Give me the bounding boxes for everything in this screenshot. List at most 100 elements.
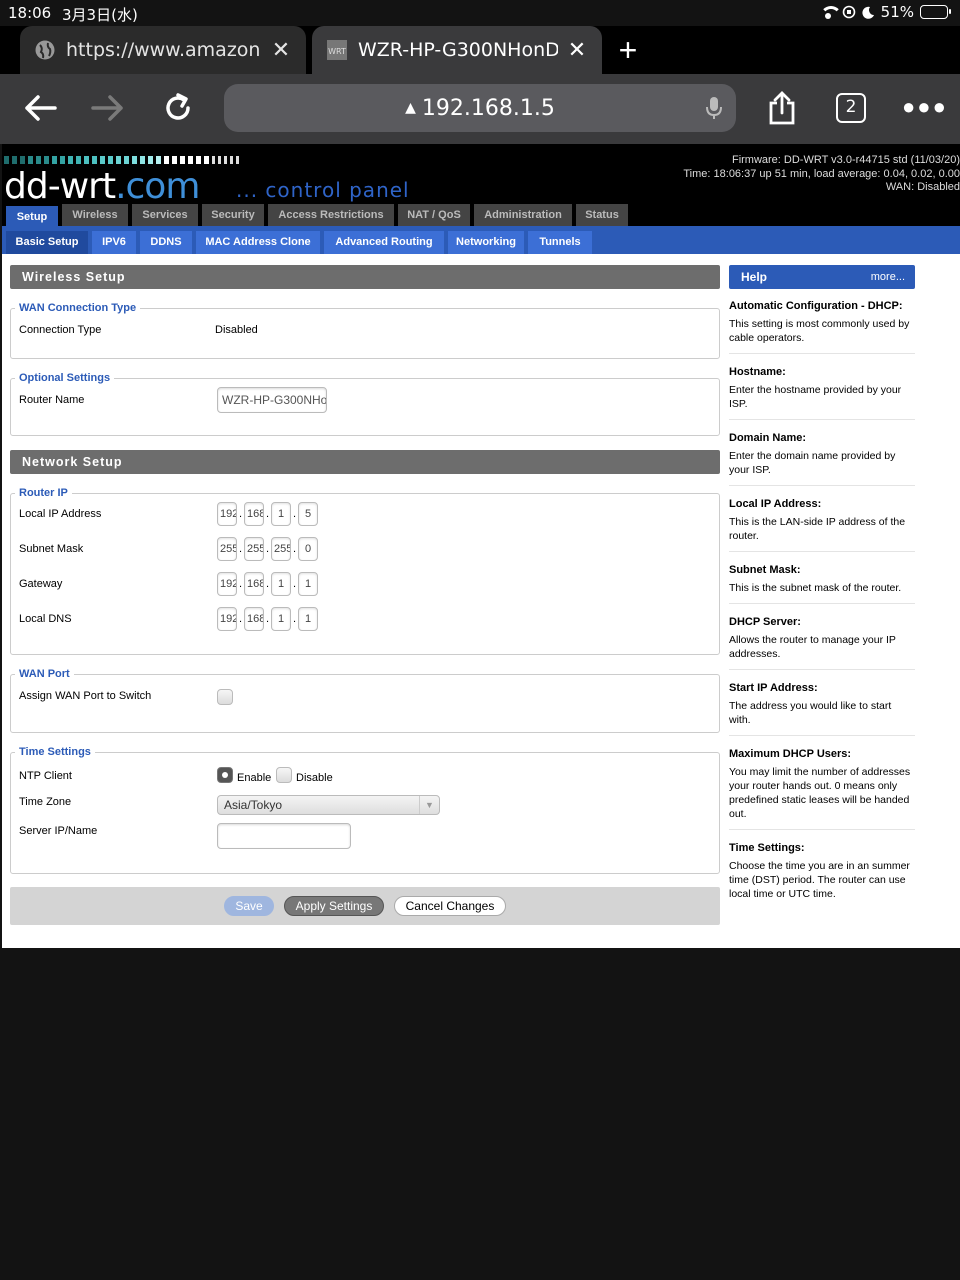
save-button[interactable]: Save (224, 896, 274, 916)
cancel-changes-button[interactable]: Cancel Changes (394, 896, 506, 916)
time-zone-select[interactable]: Asia/Tokyo ▼ (217, 795, 440, 815)
time-zone-label: Time Zone (19, 796, 72, 808)
battery-icon (920, 5, 951, 19)
ddwrt-logo: dd-wrt.com (4, 166, 200, 207)
arrow-right-icon (91, 95, 123, 121)
arrow-left-icon (25, 95, 57, 121)
action-bar: Save Apply Settings Cancel Changes (10, 887, 720, 925)
tab-wireless[interactable]: Wireless (62, 204, 128, 226)
uptime-line: Time: 18:06:37 up 51 min, load average: … (683, 167, 960, 180)
address-bar[interactable]: ▲ 192.168.1.5 (224, 84, 736, 132)
share-button[interactable] (762, 88, 802, 128)
subtab-tunnels[interactable]: Tunnels (528, 231, 592, 254)
ip-octet-input[interactable]: 1 (298, 607, 318, 631)
router-name-label: Router Name (19, 394, 85, 406)
ip-octet-input[interactable]: 255 (271, 537, 291, 561)
microphone-icon[interactable] (706, 96, 722, 120)
ip-octet-input[interactable]: 1 (271, 572, 291, 596)
ip-octet-input[interactable]: 168 (244, 607, 264, 631)
time-settings-fieldset: Time Settings NTP Client Enable Disable … (10, 746, 720, 874)
ip-octet-input[interactable]: 255 (217, 537, 237, 561)
ip-octet-input[interactable]: 255 (244, 537, 264, 561)
optional-settings-fieldset: Optional Settings Router Name WZR-HP-G30… (10, 372, 720, 436)
help-item: Domain Name: Enter the domain name provid… (729, 420, 915, 486)
tab-count-button[interactable]: 2 (836, 93, 866, 123)
reload-button[interactable] (158, 88, 198, 128)
forward-button[interactable] (88, 88, 128, 128)
warning-icon: ▲ (405, 100, 416, 116)
svg-text:WRT: WRT (328, 47, 346, 56)
firmware-line: Firmware: DD-WRT v3.0-r44715 std (11/03/… (731, 154, 960, 166)
gateway-label: Gateway (19, 578, 63, 590)
subtab-basic-setup[interactable]: Basic Setup (6, 231, 88, 254)
tab-nat-qos[interactable]: NAT / QoS (398, 204, 470, 226)
browser-tab-title: WZR-HP-G300NHonDDWRT (358, 39, 558, 61)
router-ip-fieldset: Router IP Local IP Address 192. 168. 1. … (10, 487, 720, 655)
ip-octet-input[interactable]: 168 (244, 502, 264, 526)
ip-octet-input[interactable]: 1 (298, 572, 318, 596)
local-dns-label: Local DNS (19, 613, 72, 625)
assign-wan-checkbox[interactable] (217, 689, 233, 705)
ip-octet-input[interactable]: 192 (217, 572, 237, 596)
time-zone-value: Asia/Tokyo (224, 798, 283, 812)
help-item: Start IP Address: The address you would l… (729, 670, 915, 736)
ip-octet-input[interactable]: 192 (217, 502, 237, 526)
wan-connection-legend: WAN Connection Type (19, 302, 137, 314)
back-button[interactable] (20, 88, 60, 128)
ip-octet-input[interactable]: 1 (271, 502, 291, 526)
connection-type-label: Connection Type (19, 324, 102, 336)
apply-settings-button[interactable]: Apply Settings (284, 896, 384, 916)
ntp-enable-radio[interactable] (217, 767, 233, 783)
help-item: Maximum DHCP Users: You may limit the num… (729, 736, 915, 830)
network-setup-heading: Network Setup (10, 450, 720, 474)
tab-status[interactable]: Status (576, 204, 628, 226)
close-tab-icon[interactable]: ✕ (270, 38, 292, 63)
tab-services[interactable]: Services (132, 204, 198, 226)
status-bar: 18:06 3月3日(水) 51% (0, 0, 960, 26)
ip-octet-input[interactable]: 0 (298, 537, 318, 561)
browser-tab-amazon[interactable]: https://www.amazon.co.jp ✕ (20, 26, 306, 74)
server-ip-label: Server IP/Name (19, 825, 98, 837)
sub-tabs: Basic Setup IPV6 DDNS MAC Address Clone … (2, 226, 960, 254)
subtab-ddns[interactable]: DDNS (140, 231, 192, 254)
help-title: Help (741, 270, 768, 284)
local-ip-label: Local IP Address (19, 508, 102, 520)
help-panel: Help more... Automatic Configuration - D… (729, 265, 915, 909)
wan-connection-fieldset: WAN Connection Type Connection Type Disa… (10, 302, 720, 359)
help-heading: Help more... (729, 265, 915, 289)
ddwrt-page: dd-wrt.com ... control panel Firmware: D… (2, 144, 960, 948)
browser-tab-ddwrt[interactable]: WRT WZR-HP-G300NHonDDWRT ✕ (312, 26, 602, 74)
subtab-networking[interactable]: Networking (448, 231, 524, 254)
help-item: Hostname: Enter the hostname provided by … (729, 354, 915, 420)
wifi-icon (819, 6, 842, 19)
settings-content: Wireless Setup WAN Connection Type Conne… (10, 265, 720, 925)
subtab-ipv6[interactable]: IPV6 (92, 231, 136, 254)
wan-port-fieldset: WAN Port Assign WAN Port to Switch (10, 668, 720, 733)
ip-octet-input[interactable]: 1 (271, 607, 291, 631)
wan-status-line: WAN: Disabled (885, 181, 960, 193)
main-tabs: Setup Wireless Services Security Access … (2, 204, 960, 230)
more-menu-button[interactable]: ●●● (902, 94, 948, 120)
tab-administration[interactable]: Administration (474, 204, 572, 226)
tab-security[interactable]: Security (202, 204, 264, 226)
close-tab-icon[interactable]: ✕ (566, 38, 588, 63)
firmware-info: Firmware: DD-WRT v3.0-r44715 std (11/03/… (683, 154, 960, 195)
subtab-advanced-routing[interactable]: Advanced Routing (324, 231, 444, 254)
new-tab-button[interactable]: + (614, 32, 642, 68)
ddwrt-favicon-icon: WRT (327, 40, 347, 60)
orientation-lock-icon (842, 5, 855, 19)
ip-octet-input[interactable]: 168 (244, 572, 264, 596)
ip-octet-input[interactable]: 192 (217, 607, 237, 631)
wireless-setup-heading: Wireless Setup (10, 265, 720, 289)
share-icon (769, 91, 795, 125)
tab-access-restrictions[interactable]: Access Restrictions (268, 204, 394, 226)
server-ip-input[interactable] (217, 823, 351, 849)
moon-icon (862, 6, 874, 19)
ip-octet-input[interactable]: 5 (298, 502, 318, 526)
wan-port-legend: WAN Port (19, 668, 70, 680)
assign-wan-label: Assign WAN Port to Switch (19, 690, 152, 702)
ntp-disable-radio[interactable] (276, 767, 292, 783)
router-name-input[interactable]: WZR-HP-G300NHonDDWRT (217, 387, 327, 413)
help-more-link[interactable]: more... (871, 265, 905, 289)
subtab-mac-address-clone[interactable]: MAC Address Clone (196, 231, 320, 254)
